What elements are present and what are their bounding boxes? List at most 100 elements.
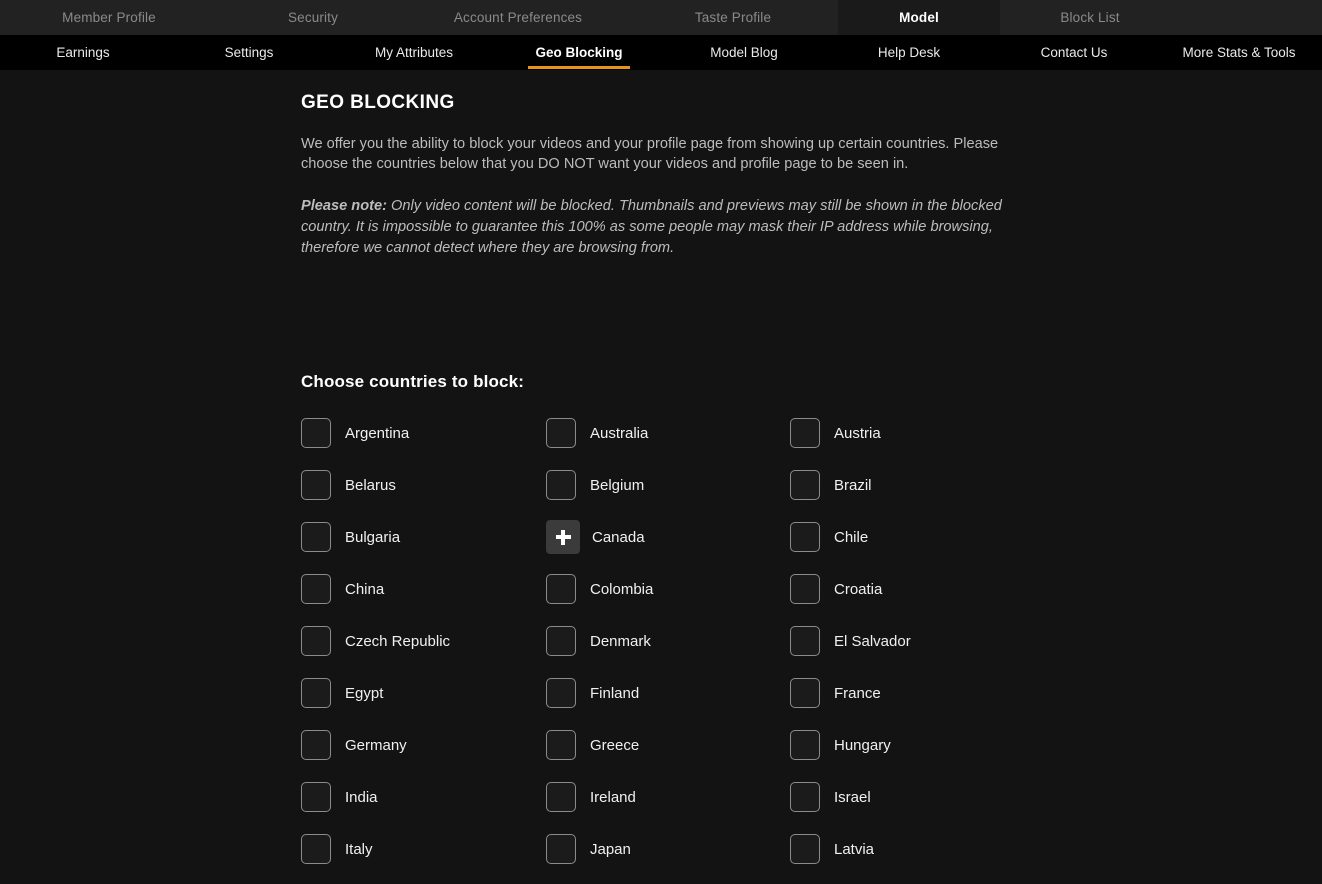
checkbox-unselected[interactable] bbox=[790, 418, 820, 448]
country-checkbox-item[interactable]: Finland bbox=[546, 678, 790, 708]
checkbox-unselected[interactable] bbox=[790, 470, 820, 500]
checkbox-unselected[interactable] bbox=[301, 574, 331, 604]
sub-nav-item-geo[interactable]: Geo Blocking bbox=[496, 35, 662, 70]
country-checkbox-item[interactable]: Japan bbox=[546, 834, 790, 864]
top-nav-item-member[interactable]: Member Profile bbox=[0, 0, 218, 35]
note-body: Only video content will be blocked. Thum… bbox=[301, 198, 1002, 256]
country-label: Belgium bbox=[590, 476, 645, 494]
country-checkbox-item[interactable]: Colombia bbox=[546, 574, 790, 604]
country-checkbox-item[interactable]: Czech Republic bbox=[301, 626, 546, 656]
sub-nav-item-settings[interactable]: Settings bbox=[166, 35, 332, 70]
country-checkbox-item[interactable]: Belgium bbox=[546, 470, 790, 500]
top-nav-item-model[interactable]: Model bbox=[838, 0, 1000, 35]
checkbox-unselected[interactable] bbox=[790, 626, 820, 656]
checkbox-selected[interactable] bbox=[546, 520, 580, 554]
country-label: Croatia bbox=[834, 580, 883, 598]
country-checkbox-item[interactable]: Austria bbox=[790, 418, 1035, 448]
plus-icon bbox=[555, 529, 571, 545]
country-checkbox-item[interactable]: France bbox=[790, 678, 1035, 708]
country-label: Chile bbox=[834, 528, 869, 546]
checkbox-unselected[interactable] bbox=[546, 678, 576, 708]
sub-nav-item-stats[interactable]: More Stats & Tools bbox=[1156, 35, 1322, 70]
country-checkbox-item[interactable]: Chile bbox=[790, 522, 1035, 552]
country-checkbox-item[interactable]: Denmark bbox=[546, 626, 790, 656]
country-checkbox-item[interactable]: India bbox=[301, 782, 546, 812]
country-label: Canada bbox=[592, 528, 645, 546]
country-checkbox-item[interactable]: Argentina bbox=[301, 418, 546, 448]
country-label: Belarus bbox=[345, 476, 396, 494]
sub-nav-item-help[interactable]: Help Desk bbox=[826, 35, 992, 70]
top-nav-item-account[interactable]: Account Preferences bbox=[408, 0, 628, 35]
country-checkbox-item[interactable]: Hungary bbox=[790, 730, 1035, 760]
checkbox-unselected[interactable] bbox=[301, 418, 331, 448]
checkbox-unselected[interactable] bbox=[301, 782, 331, 812]
country-label: Israel bbox=[834, 788, 871, 806]
country-checkbox-item[interactable]: Latvia bbox=[790, 834, 1035, 864]
sub-nav-item-contact[interactable]: Contact Us bbox=[992, 35, 1156, 70]
country-label: Australia bbox=[590, 424, 649, 442]
checkbox-unselected[interactable] bbox=[301, 522, 331, 552]
country-checkbox-item[interactable]: Australia bbox=[546, 418, 790, 448]
checkbox-unselected[interactable] bbox=[301, 834, 331, 864]
top-nav-item-taste[interactable]: Taste Profile bbox=[628, 0, 838, 35]
checkbox-unselected[interactable] bbox=[546, 418, 576, 448]
checkbox-unselected[interactable] bbox=[546, 626, 576, 656]
checkbox-unselected[interactable] bbox=[790, 574, 820, 604]
country-checkbox-item[interactable]: Egypt bbox=[301, 678, 546, 708]
checkbox-unselected[interactable] bbox=[301, 678, 331, 708]
sub-nav-item-attrs[interactable]: My Attributes bbox=[332, 35, 496, 70]
country-label: Denmark bbox=[590, 632, 651, 650]
note-paragraph: Please note: Only video content will be … bbox=[301, 196, 1016, 259]
checkbox-unselected[interactable] bbox=[301, 626, 331, 656]
checkbox-unselected[interactable] bbox=[301, 470, 331, 500]
top-nav-item-block[interactable]: Block List bbox=[1000, 0, 1180, 35]
country-checkbox-item[interactable]: Belarus bbox=[301, 470, 546, 500]
country-label: India bbox=[345, 788, 378, 806]
country-label: Colombia bbox=[590, 580, 654, 598]
country-label: Ireland bbox=[590, 788, 636, 806]
secondary-nav: Earnings Settings My Attributes Geo Blockin… bbox=[0, 35, 1322, 70]
country-checkbox-item[interactable]: China bbox=[301, 574, 546, 604]
country-checkbox-item[interactable]: Canada bbox=[546, 520, 790, 554]
top-nav-item-security[interactable]: Security bbox=[218, 0, 408, 35]
checkbox-unselected[interactable] bbox=[546, 834, 576, 864]
country-checkbox-item[interactable]: Israel bbox=[790, 782, 1035, 812]
country-checkbox-item[interactable]: Italy bbox=[301, 834, 546, 864]
checkbox-unselected[interactable] bbox=[790, 782, 820, 812]
country-checkbox-item[interactable]: El Salvador bbox=[790, 626, 1035, 656]
country-label: Austria bbox=[834, 424, 881, 442]
sub-nav-item-earnings[interactable]: Earnings bbox=[0, 35, 166, 70]
country-label: France bbox=[834, 684, 881, 702]
checkbox-unselected[interactable] bbox=[790, 730, 820, 760]
country-label: Egypt bbox=[345, 684, 384, 702]
page-title: GEO BLOCKING bbox=[301, 92, 455, 113]
country-label: Bulgaria bbox=[345, 528, 401, 546]
country-label: China bbox=[345, 580, 385, 598]
main-content: GEO BLOCKING We offer you the ability to… bbox=[0, 70, 1322, 884]
sub-nav-item-blog[interactable]: Model Blog bbox=[662, 35, 826, 70]
intro-paragraph: We offer you the ability to block your v… bbox=[301, 136, 999, 172]
country-label: Argentina bbox=[345, 424, 410, 442]
country-checkbox-item[interactable]: Ireland bbox=[546, 782, 790, 812]
country-checkbox-item[interactable]: Bulgaria bbox=[301, 522, 546, 552]
country-label: Finland bbox=[590, 684, 640, 702]
checkbox-unselected[interactable] bbox=[546, 730, 576, 760]
country-checkbox-item[interactable]: Greece bbox=[546, 730, 790, 760]
country-label: Latvia bbox=[834, 840, 875, 858]
checkbox-unselected[interactable] bbox=[790, 678, 820, 708]
country-checkbox-grid: Argentina Australia Austria Belarus Belgium B… bbox=[301, 407, 1322, 884]
checkbox-unselected[interactable] bbox=[546, 574, 576, 604]
checkbox-unselected[interactable] bbox=[546, 470, 576, 500]
country-checkbox-item[interactable]: Germany bbox=[301, 730, 546, 760]
checkbox-unselected[interactable] bbox=[790, 522, 820, 552]
choose-countries-title: Choose countries to block: bbox=[301, 372, 525, 391]
country-checkbox-item[interactable]: Croatia bbox=[790, 574, 1035, 604]
checkbox-unselected[interactable] bbox=[790, 834, 820, 864]
country-label: Hungary bbox=[834, 736, 891, 754]
checkbox-unselected[interactable] bbox=[301, 730, 331, 760]
country-label: Italy bbox=[345, 840, 373, 858]
country-checkbox-item[interactable]: Brazil bbox=[790, 470, 1035, 500]
country-label: Germany bbox=[345, 736, 407, 754]
checkbox-unselected[interactable] bbox=[546, 782, 576, 812]
country-label: Brazil bbox=[834, 476, 872, 494]
